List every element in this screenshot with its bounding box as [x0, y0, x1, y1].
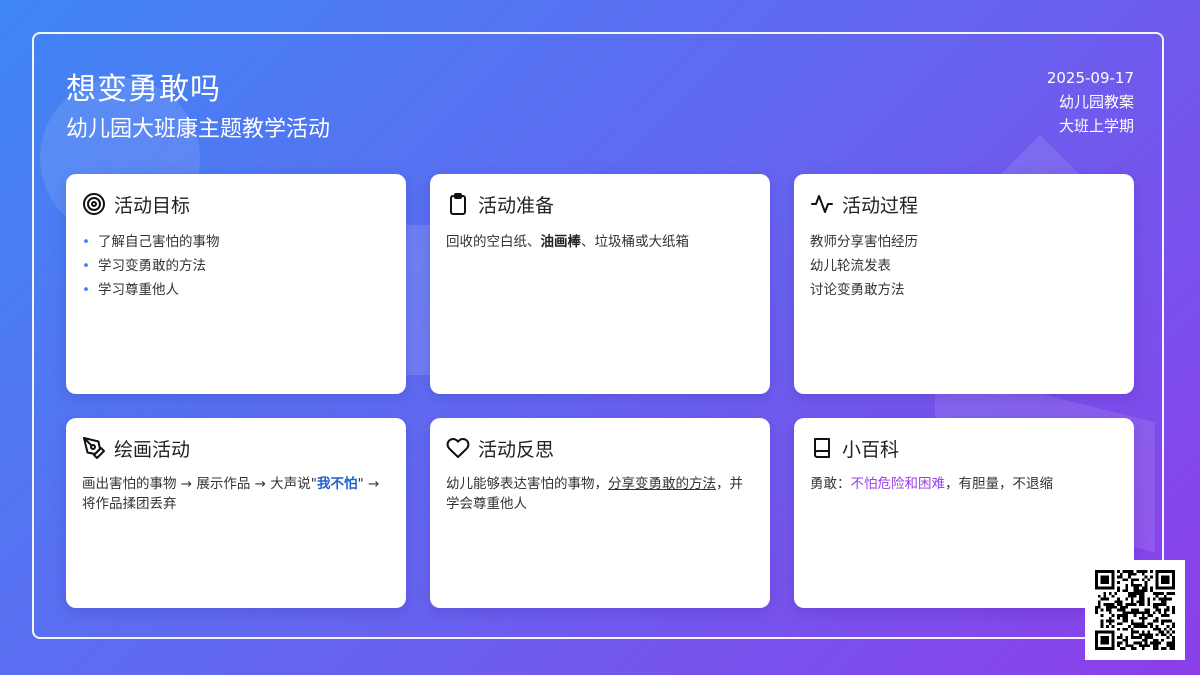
reflection-text: 幼儿能够表达害怕的事物，分享变勇敢的方法，并学会尊重他人	[446, 474, 754, 514]
list-item: 学习尊重他人	[82, 278, 390, 302]
target-icon	[83, 193, 105, 215]
card-drawing-activity: 绘画活动 画出害怕的事物 → 展示作品 → 大声说"我不怕" → 将作品揉团丢弃	[66, 418, 406, 608]
bold-term: 油画棒	[540, 234, 582, 250]
encyclopedia-text: 勇敢：不怕危险和困难，有胆量，不退缩	[810, 474, 1118, 494]
card-activity-process: 活动过程 教师分享害怕经历 幼儿轮流发表 讨论变勇敢方法	[794, 174, 1134, 394]
qr-code-icon	[1095, 570, 1175, 650]
card-title: 活动反思	[478, 438, 555, 461]
card-title: 小百科	[842, 438, 900, 461]
card-activity-reflection: 活动反思 幼儿能够表达害怕的事物，分享变勇敢的方法，并学会尊重他人	[430, 418, 770, 608]
document-term: 大班上学期	[1058, 117, 1134, 135]
card-encyclopedia: 小百科 勇敢：不怕危险和困难，有胆量，不退缩	[794, 418, 1134, 608]
underlined-text: 分享变勇敢的方法	[608, 476, 716, 492]
card-activity-preparation: 活动准备 回收的空白纸、油画棒、垃圾桶或大纸箱	[430, 174, 770, 394]
page-title: 想变勇敢吗	[66, 72, 221, 107]
card-title: 活动准备	[478, 194, 555, 217]
pen-tool-icon	[83, 437, 105, 459]
card-title: 活动过程	[842, 194, 919, 217]
preparation-text: 回收的空白纸、油画棒、垃圾桶或大纸箱	[446, 230, 754, 254]
page-subtitle: 幼儿园大班康主题教学活动	[66, 117, 331, 142]
book-icon	[814, 438, 830, 458]
document-type: 幼儿园教案	[1058, 93, 1134, 111]
text-segment: 勇敢：	[810, 476, 851, 492]
card-title: 活动目标	[114, 194, 191, 217]
process-step: 幼儿轮流发表	[810, 258, 891, 274]
heart-icon	[446, 438, 470, 458]
text-segment: 幼儿能够表达害怕的事物，	[446, 476, 608, 492]
text-segment: ，有胆量，不退缩	[945, 476, 1053, 492]
card-title: 绘画活动	[114, 438, 191, 461]
goals-list: 了解自己害怕的事物 学习变勇敢的方法 学习尊重他人	[82, 230, 390, 302]
qr-code[interactable]	[1085, 560, 1185, 660]
text-segment: 回收的空白纸、	[446, 234, 541, 250]
clipboard-icon	[450, 193, 466, 215]
text-segment: 、垃圾桶或大纸箱	[581, 234, 689, 250]
card-activity-goals: 活动目标 了解自己害怕的事物 学习变勇敢的方法 学习尊重他人	[66, 174, 406, 394]
list-item: 了解自己害怕的事物	[82, 230, 390, 254]
document-date: 2025-09-17	[1046, 69, 1134, 87]
drawing-text: 画出害怕的事物 → 展示作品 → 大声说"我不怕" → 将作品揉团丢弃	[82, 474, 390, 514]
text-segment: 画出害怕的事物 → 展示作品 → 大声说"	[82, 476, 317, 492]
process-step: 讨论变勇敢方法	[810, 282, 905, 298]
activity-icon	[811, 195, 833, 213]
emphasis-text: 我不怕	[317, 476, 358, 492]
process-step: 教师分享害怕经历	[810, 234, 918, 250]
list-item: 学习变勇敢的方法	[82, 254, 390, 278]
highlight-text: 不怕危险和困难	[850, 476, 946, 492]
document-meta: 2025-09-17 幼儿园教案 大班上学期	[1047, 66, 1134, 138]
